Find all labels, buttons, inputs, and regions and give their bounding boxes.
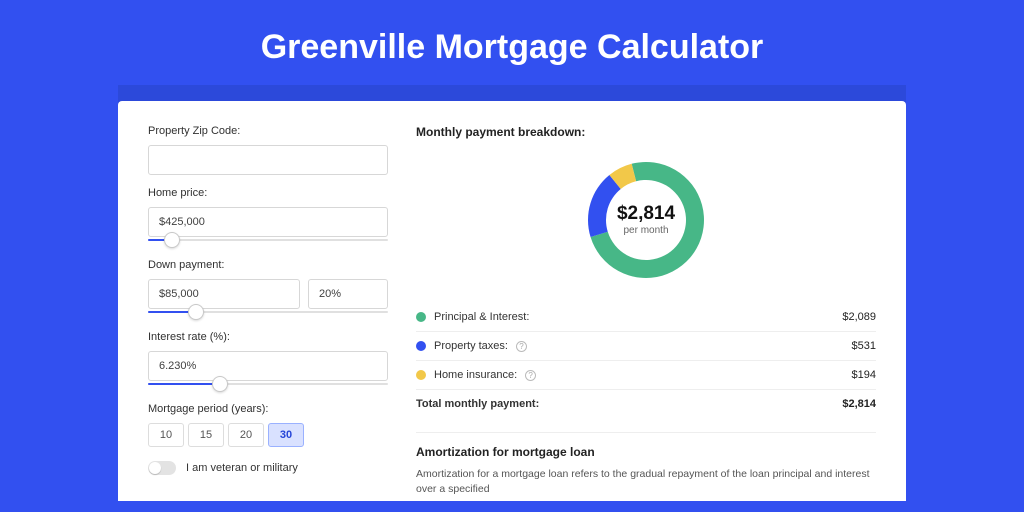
form-panel: Property Zip Code: Home price: Down paym… — [148, 125, 388, 501]
field-period: Mortgage period (years): 10152030 — [148, 403, 388, 447]
legend-dot — [416, 370, 426, 380]
period-option-30[interactable]: 30 — [268, 423, 304, 447]
interest-slider[interactable] — [148, 379, 388, 391]
legend-label: Property taxes: — [434, 340, 508, 352]
label-home-price: Home price: — [148, 187, 388, 199]
header-band: Property Zip Code: Home price: Down paym… — [118, 85, 906, 501]
info-icon[interactable]: ? — [525, 370, 536, 381]
field-home-price: Home price: — [148, 187, 388, 247]
zip-input[interactable] — [148, 145, 388, 175]
total-label: Total monthly payment: — [416, 398, 539, 410]
legend-label: Principal & Interest: — [434, 311, 529, 323]
calculator-card: Property Zip Code: Home price: Down paym… — [118, 101, 906, 501]
down-payment-amount-input[interactable] — [148, 279, 300, 309]
donut-slice-1 — [588, 175, 621, 237]
legend-row-1: Property taxes:? $531 — [416, 331, 876, 360]
label-down-payment: Down payment: — [148, 259, 388, 271]
period-option-15[interactable]: 15 — [188, 423, 224, 447]
label-interest: Interest rate (%): — [148, 331, 388, 343]
slider-thumb[interactable] — [164, 232, 180, 248]
info-icon[interactable]: ? — [516, 341, 527, 352]
home-price-input[interactable] — [148, 207, 388, 237]
slider-thumb[interactable] — [188, 304, 204, 320]
legend-row-0: Principal & Interest: $2,089 — [416, 303, 876, 331]
home-price-slider[interactable] — [148, 235, 388, 247]
legend-row-2: Home insurance:? $194 — [416, 360, 876, 389]
interest-input[interactable] — [148, 351, 388, 381]
donut-chart: $2,814 per month — [416, 149, 876, 303]
legend-label: Home insurance: — [434, 369, 517, 381]
page-title: Greenville Mortgage Calculator — [0, 0, 1024, 85]
period-option-10[interactable]: 10 — [148, 423, 184, 447]
total-value: $2,814 — [842, 398, 876, 410]
amortization-text: Amortization for a mortgage loan refers … — [416, 467, 876, 496]
legend-value: $531 — [852, 340, 876, 352]
legend-total-row: Total monthly payment: $2,814 — [416, 389, 876, 418]
legend-dot — [416, 312, 426, 322]
donut-amount: $2,814 — [617, 203, 676, 224]
donut-sub: per month — [623, 225, 668, 236]
amortization-section: Amortization for mortgage loan Amortizat… — [416, 432, 876, 496]
down-payment-slider[interactable] — [148, 307, 388, 319]
period-option-20[interactable]: 20 — [228, 423, 264, 447]
field-zip: Property Zip Code: — [148, 125, 388, 175]
toggle-knob — [149, 462, 161, 474]
down-payment-percent-input[interactable] — [308, 279, 388, 309]
field-interest: Interest rate (%): — [148, 331, 388, 391]
label-zip: Property Zip Code: — [148, 125, 388, 137]
results-panel: Monthly payment breakdown: $2,814 per mo… — [416, 125, 876, 501]
breakdown-title: Monthly payment breakdown: — [416, 125, 876, 139]
veteran-toggle-row: I am veteran or military — [148, 461, 388, 475]
veteran-label: I am veteran or military — [186, 462, 298, 474]
slider-thumb[interactable] — [212, 376, 228, 392]
amortization-heading: Amortization for mortgage loan — [416, 445, 876, 459]
legend-value: $194 — [852, 369, 876, 381]
legend-dot — [416, 341, 426, 351]
field-down-payment: Down payment: — [148, 259, 388, 319]
veteran-toggle[interactable] — [148, 461, 176, 475]
legend-value: $2,089 — [842, 311, 876, 323]
label-period: Mortgage period (years): — [148, 403, 388, 415]
